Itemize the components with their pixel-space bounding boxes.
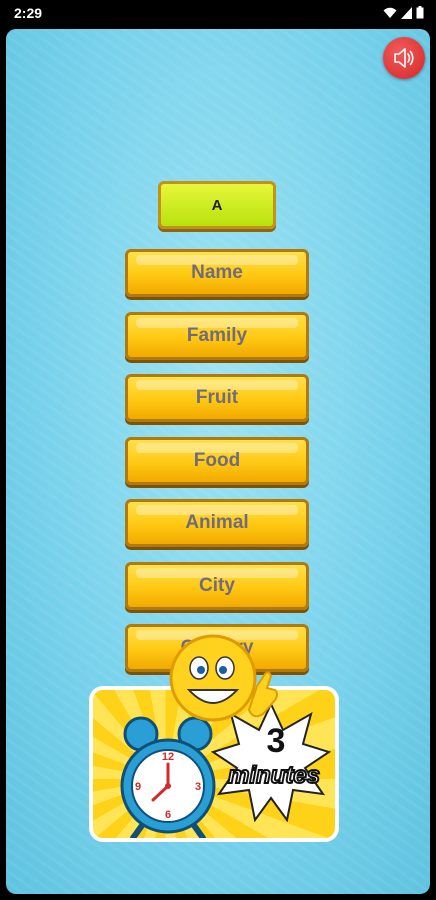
svg-text:9: 9: [135, 781, 141, 793]
category-label: Fruit: [195, 387, 239, 408]
status-bar: 2:29: [0, 0, 436, 26]
letter-label: A: [211, 196, 223, 214]
category-label: City: [199, 575, 235, 596]
category-button-city[interactable]: City: [125, 562, 309, 610]
smiley-emoji-icon: [169, 634, 278, 722]
speaker-icon: [394, 48, 414, 68]
category-label: Animal: [185, 512, 249, 533]
system-icons: [383, 6, 424, 19]
letter-button[interactable]: A: [158, 181, 276, 229]
category-button-animal[interactable]: Animal: [125, 499, 309, 547]
sound-button[interactable]: [383, 37, 425, 79]
category-button-fruit[interactable]: Fruit: [125, 374, 309, 422]
category-label: Family: [186, 325, 248, 346]
svg-text:3: 3: [195, 781, 201, 793]
category-button-name[interactable]: Name: [125, 249, 309, 297]
promo-unit: minutes: [227, 761, 321, 790]
category-button-food[interactable]: Food: [125, 437, 309, 485]
category-label: Food: [193, 450, 241, 471]
svg-text:6: 6: [165, 809, 171, 821]
signal-icon: [401, 6, 412, 19]
status-time: 2:29: [14, 5, 43, 21]
category-label: Name: [191, 262, 243, 283]
wifi-icon: [383, 7, 397, 18]
category-button-family[interactable]: Family: [125, 312, 309, 360]
svg-text:12: 12: [162, 751, 174, 763]
battery-icon: [416, 6, 424, 19]
